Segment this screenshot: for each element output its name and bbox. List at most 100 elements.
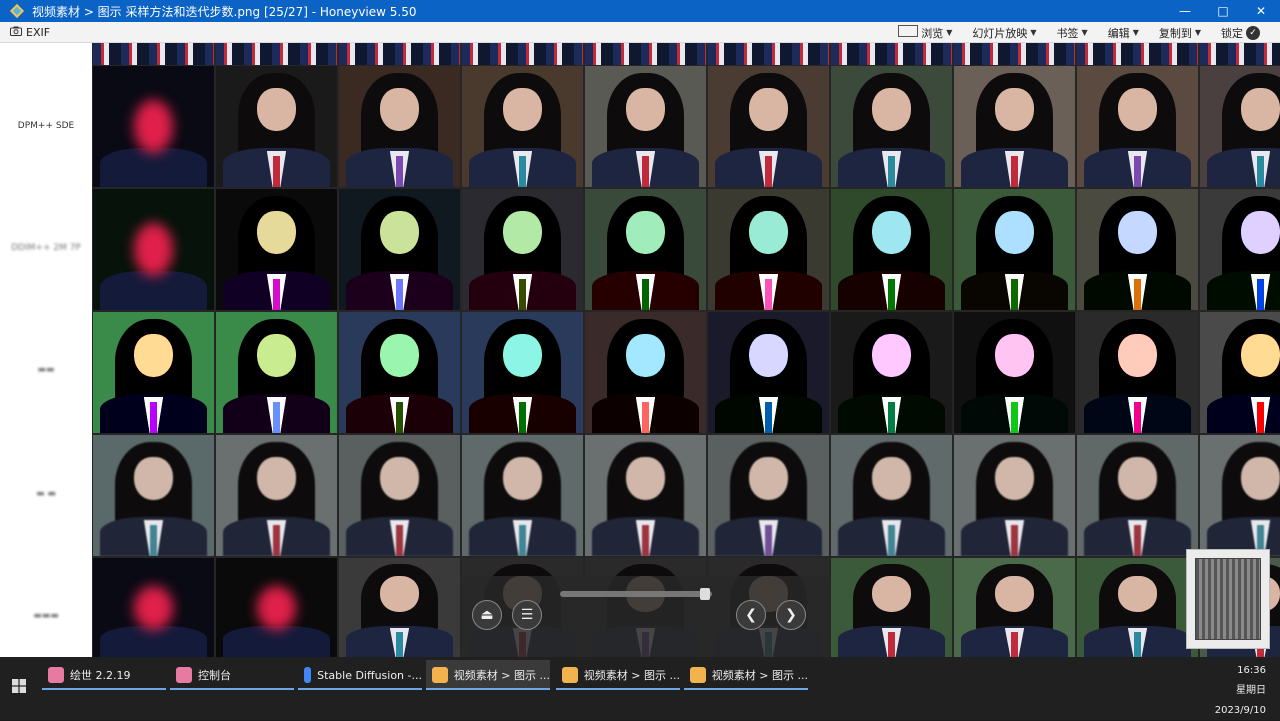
page-slider[interactable] — [560, 588, 712, 600]
grid-cell — [339, 43, 460, 65]
running-indicator — [170, 688, 294, 690]
taskbar-button[interactable]: 视频素材 > 图示 ... — [684, 660, 808, 690]
close-button[interactable]: ✕ — [1242, 0, 1280, 22]
row-label-4: ▬ ▬ — [36, 489, 56, 499]
row-label-column: DPM++ SDE DDIM++ 2M 7P ▬▬ ▬ ▬ ▬▬▬ — [0, 43, 92, 657]
grid-cell — [462, 435, 583, 556]
grid-cell — [585, 435, 706, 556]
grid-cell — [462, 43, 583, 65]
grid-cell — [585, 312, 706, 433]
grid-cell — [708, 435, 829, 556]
app-icon — [690, 667, 706, 683]
taskbar-button-label: 控制台 — [198, 669, 231, 682]
edit-label: 编辑 — [1107, 26, 1130, 40]
grid-cell — [462, 189, 583, 310]
grid-cell — [831, 189, 952, 310]
grid-cell — [1077, 189, 1198, 310]
copy-to-menu[interactable]: 复制到 ▼ — [1149, 22, 1211, 43]
grid-cell — [831, 435, 952, 556]
copy-to-label: 复制到 — [1158, 26, 1192, 40]
system-clock[interactable]: 16:36 星期日 2023/9/10 — [1215, 661, 1266, 721]
maximize-button[interactable]: □ — [1204, 0, 1242, 22]
grid-cell — [1200, 312, 1280, 433]
app-icon — [304, 667, 312, 683]
prev-icon[interactable]: ❮ — [736, 600, 766, 630]
taskbar-button[interactable]: 视频素材 > 图示 ... — [556, 660, 680, 690]
grid-cell — [1077, 435, 1198, 556]
taskbar-button[interactable]: 视频素材 > 图示 ... — [426, 660, 550, 690]
bookmark-menu[interactable]: 书签 ▼ — [1047, 22, 1098, 43]
grid-cell — [831, 66, 952, 187]
view-mode-label: 浏览 — [921, 26, 944, 40]
bookmark-label: 书签 — [1056, 26, 1079, 40]
navigation-pad: ⏏ ☰ + − ↺ ↻ ✔ ❮ ❯ — [462, 576, 830, 657]
taskbar-button-label: 绘世 2.2.19 — [70, 669, 131, 682]
running-indicator — [298, 688, 422, 690]
check-icon: ✓ — [1246, 25, 1260, 40]
view-mode-menu[interactable]: 浏览 ▼ — [888, 22, 962, 43]
running-indicator — [556, 688, 680, 690]
grid-cell — [1077, 66, 1198, 187]
running-indicator — [684, 688, 808, 690]
grid-cell — [93, 435, 214, 556]
grid-cell — [462, 66, 583, 187]
minimize-button[interactable]: — — [1166, 0, 1204, 22]
honeyview-logo-icon — [6, 0, 28, 22]
grid-cell — [93, 312, 214, 433]
lock-button[interactable]: 锁定 ✓ — [1211, 22, 1270, 43]
grid-cell — [339, 558, 460, 657]
eject-icon[interactable]: ⏏ — [472, 600, 502, 630]
grid-cell — [216, 435, 337, 556]
grid-cell — [831, 558, 952, 657]
grid-cell — [1200, 43, 1280, 65]
grid-cell — [216, 558, 337, 657]
windows-start-icon[interactable] — [12, 679, 26, 693]
grid-cell — [216, 66, 337, 187]
minimap-thumbnail — [1195, 558, 1261, 640]
row-label-2: DDIM++ 2M 7P — [11, 243, 81, 253]
running-indicator — [42, 688, 166, 690]
grid-cell — [216, 43, 337, 65]
exif-label: EXIF — [26, 25, 51, 39]
app-icon — [562, 667, 578, 683]
grid-cell — [1200, 189, 1280, 310]
grid-cell — [93, 558, 214, 657]
chevron-down-icon: ▼ — [946, 28, 953, 37]
row-label-dpm-sde: DPM++ SDE — [17, 121, 75, 131]
clock-time: 16:36 — [1237, 665, 1266, 676]
title-bar: 视频素材 > 图示 采样方法和迭代步数.png [25/27] - Honeyv… — [0, 0, 1280, 22]
chevron-down-icon: ▼ — [1081, 28, 1088, 37]
window-title: 视频素材 > 图示 采样方法和迭代步数.png [25/27] - Honeyv… — [32, 4, 417, 19]
slideshow-menu[interactable]: 幻灯片放映 ▼ — [962, 22, 1046, 43]
taskbar-button[interactable]: 绘世 2.2.19 — [42, 660, 166, 690]
grid-cell — [462, 312, 583, 433]
next-icon[interactable]: ❯ — [776, 600, 806, 630]
row-label-5: ▬▬▬ — [33, 611, 59, 621]
grid-cell — [708, 189, 829, 310]
exif-button[interactable]: EXIF — [10, 26, 50, 39]
toolbar: EXIF 浏览 ▼ 幻灯片放映 ▼ 书签 ▼ 编辑 ▼ 复制到 ▼ 锁定 ✓ — [0, 22, 1280, 43]
grid-cell — [1200, 66, 1280, 187]
running-indicator — [426, 688, 550, 690]
minimap[interactable] — [1186, 549, 1270, 649]
image-viewer[interactable]: DPM++ SDE DDIM++ 2M 7P ▬▬ ▬ ▬ ▬▬▬ ⏏ ☰ + … — [0, 43, 1280, 657]
slider-thumb[interactable] — [700, 588, 710, 600]
grid-cell — [708, 66, 829, 187]
grid-cell — [954, 558, 1075, 657]
app-icon — [48, 667, 64, 683]
menu-icon[interactable]: ☰ — [512, 600, 542, 630]
grid-cell — [339, 189, 460, 310]
taskbar: 绘世 2.2.19 控制台 Stable Diffusion -... 视频素材 > … — [0, 657, 1280, 720]
grid-cell — [93, 189, 214, 310]
grid-cell — [339, 66, 460, 187]
taskbar-button[interactable]: 控制台 — [170, 660, 294, 690]
lock-label: 锁定 — [1221, 26, 1243, 40]
grid-cell — [93, 66, 214, 187]
grid-cell — [708, 312, 829, 433]
taskbar-button-label: 视频素材 > 图示 ... — [711, 669, 808, 682]
taskbar-button-label: Stable Diffusion -... — [317, 668, 422, 682]
taskbar-button[interactable]: Stable Diffusion -... — [298, 660, 422, 690]
grid-cell — [216, 189, 337, 310]
view-mode-icon — [898, 25, 919, 40]
edit-menu[interactable]: 编辑 ▼ — [1098, 22, 1149, 43]
